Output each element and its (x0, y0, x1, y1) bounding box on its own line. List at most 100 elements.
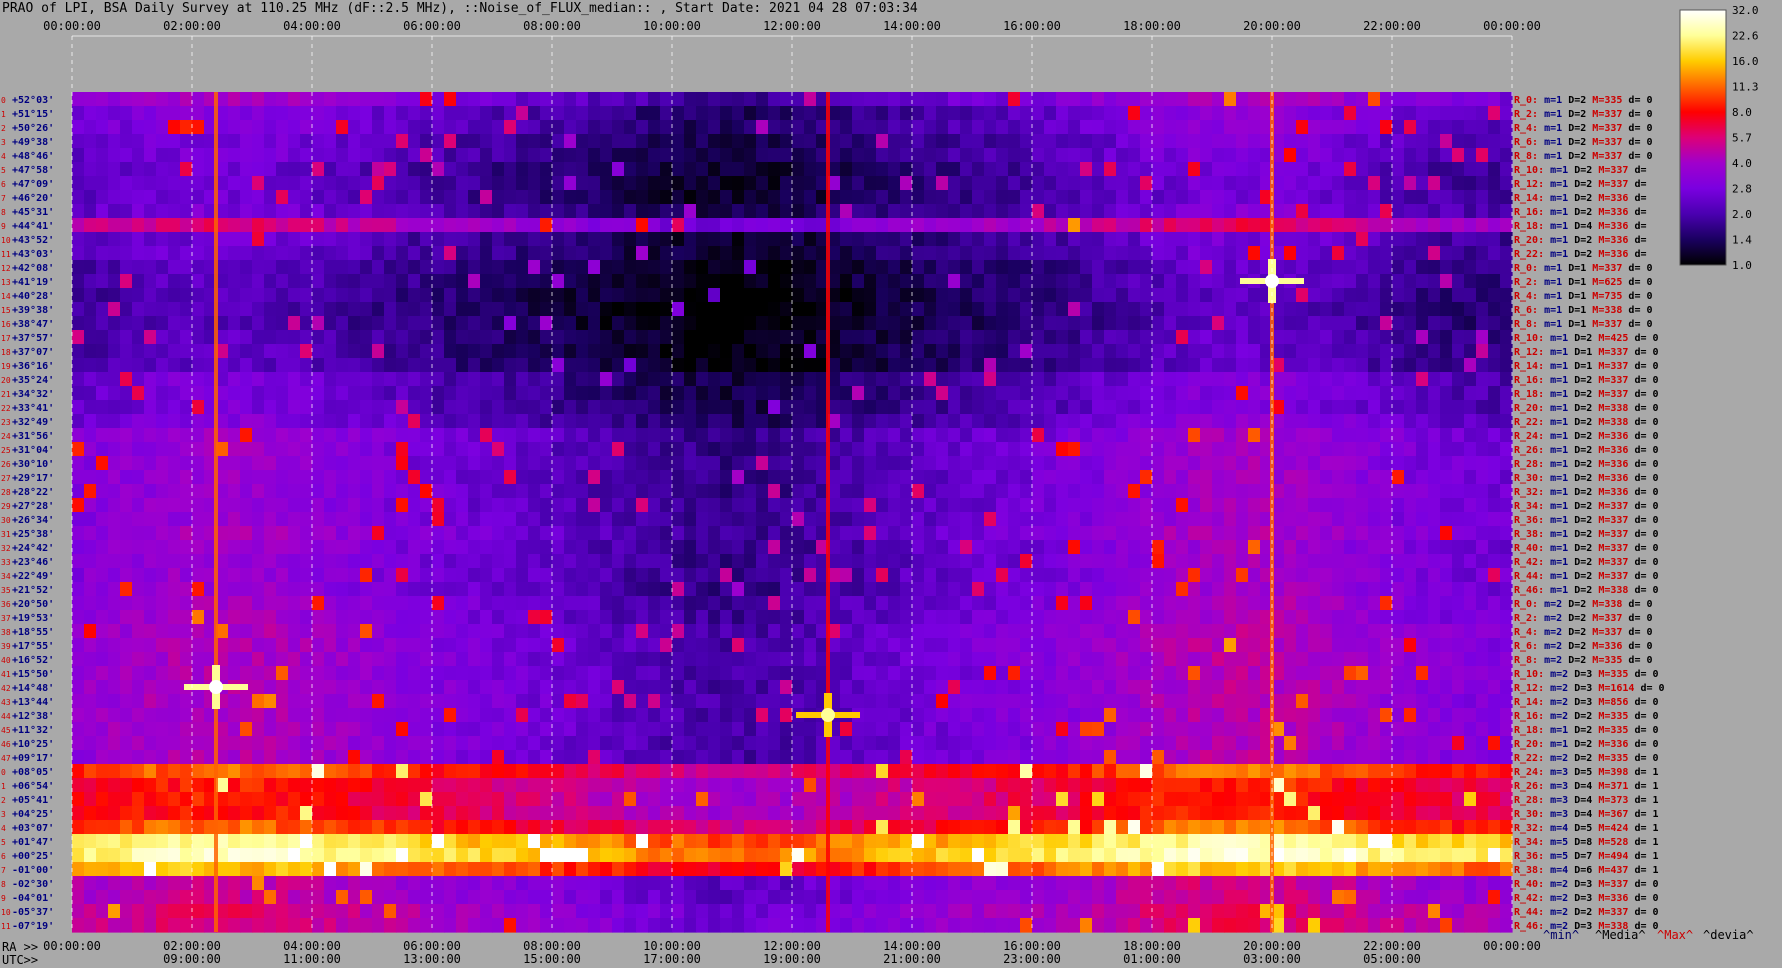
heatmap-cell (648, 512, 661, 527)
heatmap-cell (96, 344, 109, 359)
heatmap-cell (1188, 190, 1201, 205)
heatmap-cell (984, 106, 997, 121)
heatmap-cell (1404, 456, 1417, 471)
heatmap-cell (636, 106, 649, 121)
heatmap-cell (168, 288, 181, 303)
heatmap-cell (456, 386, 469, 401)
heatmap-cell (672, 190, 685, 205)
heatmap-cell (240, 554, 253, 569)
heatmap-cell (744, 610, 757, 625)
heatmap-cell (1212, 526, 1225, 541)
heatmap-cell (468, 386, 481, 401)
heatmap-cell (156, 554, 169, 569)
heatmap-cell (1320, 540, 1333, 555)
heatmap-cell (360, 470, 373, 485)
declination-label: -04°01' (12, 893, 54, 904)
heatmap-cell (360, 288, 373, 303)
heatmap-cell (576, 232, 589, 247)
heatmap-cell (1008, 554, 1021, 569)
heatmap-cell (552, 232, 565, 247)
heatmap-cell (432, 176, 445, 191)
heatmap-cell (1140, 526, 1153, 541)
heatmap-cell (1176, 302, 1189, 317)
heatmap-cell (108, 344, 121, 359)
heatmap-cell (1212, 120, 1225, 135)
heatmap-cell (336, 512, 349, 527)
heatmap-cell (1356, 596, 1369, 611)
heatmap-cell (864, 470, 877, 485)
heatmap-cell (444, 596, 457, 611)
heatmap-cell (1416, 316, 1429, 331)
heatmap-cell (1056, 176, 1069, 191)
heatmap-cell (1188, 484, 1201, 499)
heatmap-cell (1356, 456, 1369, 471)
heatmap-cell (1164, 610, 1177, 625)
heatmap-cell (648, 176, 661, 191)
heatmap-cell (1440, 638, 1453, 653)
heatmap-cell (888, 638, 901, 653)
heatmap-cell (708, 106, 721, 121)
heatmap-cell (900, 288, 913, 303)
heatmap-cell (972, 218, 985, 233)
heatmap-cell (1392, 218, 1405, 233)
heatmap-cell (420, 344, 433, 359)
row-index-label: 10 (1, 236, 11, 245)
heatmap-cell (144, 218, 157, 233)
heatmap-cell (996, 596, 1009, 611)
heatmap-cell (1032, 638, 1045, 653)
heatmap-cell (192, 218, 205, 233)
heatmap-cell (528, 232, 541, 247)
heatmap-cell (780, 358, 793, 373)
heatmap-cell (1476, 582, 1489, 597)
heatmap-cell (1116, 232, 1129, 247)
heatmap-cell (576, 596, 589, 611)
heatmap-cell (1284, 204, 1297, 219)
heatmap-cell (924, 554, 937, 569)
heatmap-cell (552, 456, 565, 471)
heatmap-cell (972, 484, 985, 499)
heatmap-cell (1284, 442, 1297, 457)
heatmap-cell (600, 120, 613, 135)
heatmap-cell (1248, 120, 1261, 135)
heatmap-cell (336, 316, 349, 331)
heatmap-cell (492, 554, 505, 569)
heatmap-cell (900, 120, 913, 135)
heatmap-cell (600, 190, 613, 205)
heatmap-cell (1056, 568, 1069, 583)
heatmap-cell (1416, 386, 1429, 401)
heatmap-cell (1092, 204, 1105, 219)
heatmap-cell (1332, 498, 1345, 513)
heatmap-cell (84, 218, 97, 233)
heatmap-cell (1224, 232, 1237, 247)
heatmap-cell (372, 512, 385, 527)
heatmap-cell (360, 134, 373, 149)
heatmap-cell (1068, 316, 1081, 331)
heatmap-cell (1404, 372, 1417, 387)
heatmap-cell (384, 610, 397, 625)
heatmap-cell (876, 232, 889, 247)
heatmap-cell (960, 498, 973, 513)
heatmap-cell (336, 148, 349, 163)
heatmap-cell (300, 232, 313, 247)
heatmap-cell (1020, 260, 1033, 275)
heatmap-cell (972, 400, 985, 415)
heatmap-cell (984, 218, 997, 233)
heatmap-cell (912, 134, 925, 149)
heatmap-cell (780, 372, 793, 387)
heatmap-cell (72, 498, 85, 513)
heatmap-cell (1248, 358, 1261, 373)
heatmap-cell (1332, 288, 1345, 303)
heatmap-cell (480, 358, 493, 373)
heatmap-cell (1248, 624, 1261, 639)
heatmap-cell (528, 148, 541, 163)
heatmap-cell (912, 92, 925, 107)
heatmap-cell (372, 414, 385, 429)
heatmap-cell (780, 204, 793, 219)
heatmap-cell (732, 190, 745, 205)
heatmap-cell (996, 316, 1009, 331)
heatmap-cell (432, 414, 445, 429)
heatmap-cell (264, 162, 277, 177)
heatmap-cell (876, 638, 889, 653)
heatmap-cell (444, 610, 457, 625)
heatmap-cell (1368, 134, 1381, 149)
